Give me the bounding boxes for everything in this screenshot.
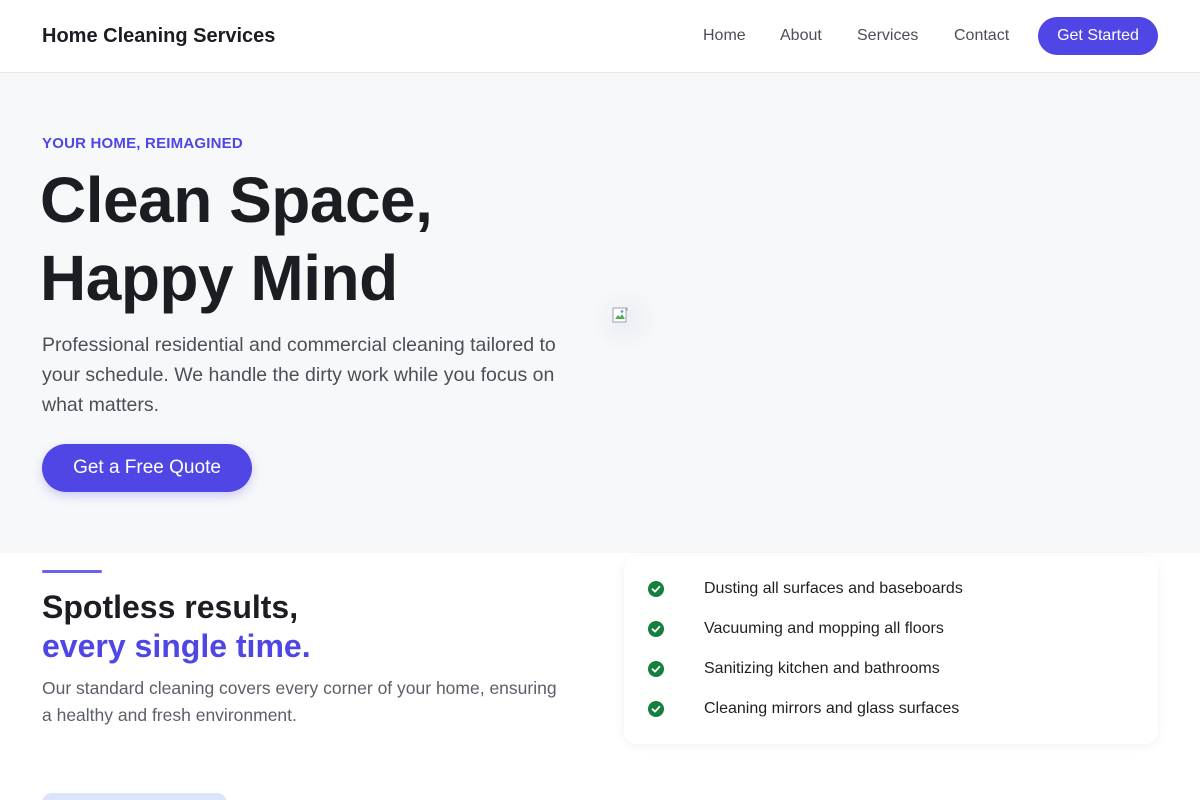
- checklist-item: Cleaning mirrors and glass surfaces: [648, 699, 1128, 719]
- checklist-item-label: Vacuuming and mopping all floors: [704, 620, 944, 637]
- free-quote-button[interactable]: Get a Free Quote: [42, 444, 252, 492]
- features-title-line-1: Spotless results,: [42, 589, 299, 625]
- checklist-item-label: Sanitizing kitchen and bathrooms: [704, 660, 940, 677]
- nav-link-about[interactable]: About: [780, 26, 822, 46]
- check-circle-icon: [648, 661, 664, 677]
- check-circle-icon: [648, 621, 664, 637]
- features-description: Our standard cleaning covers every corne…: [42, 678, 557, 725]
- get-started-button[interactable]: Get Started: [1038, 17, 1158, 55]
- check-circle-icon: [648, 581, 664, 597]
- checklist-item-label: Cleaning mirrors and glass surfaces: [704, 700, 960, 717]
- nav-link-contact[interactable]: Contact: [954, 26, 1009, 46]
- checklist-item: Sanitizing kitchen and bathrooms: [648, 659, 1128, 679]
- features-title-line-2: every single time.: [42, 628, 311, 664]
- check-circle-icon: [648, 701, 664, 717]
- next-section-badge: [42, 793, 227, 800]
- nav-link-services[interactable]: Services: [857, 26, 918, 46]
- hero-title-line-2: Happy Mind: [40, 242, 398, 314]
- checklist-item: Vacuuming and mopping all floors: [648, 619, 1128, 639]
- main-nav: Home About Services Contact: [0, 26, 1200, 46]
- nav-link-home[interactable]: Home: [703, 26, 746, 46]
- features-title: Spotless results, every single time.: [42, 588, 311, 666]
- hero-eyebrow: YOUR HOME, REIMAGINED: [42, 135, 243, 152]
- hero-section: YOUR HOME, REIMAGINED Clean Space, Happy…: [0, 73, 1200, 553]
- broken-image-icon: [612, 307, 628, 323]
- hero-title: Clean Space, Happy Mind: [40, 161, 600, 317]
- site-header: Home Cleaning Services Home About Servic…: [0, 0, 1200, 73]
- hero-title-line-1: Clean Space,: [40, 164, 433, 236]
- hero-description: Professional residential and commercial …: [42, 334, 556, 416]
- checklist-card: Dusting all surfaces and baseboards Vacu…: [624, 556, 1158, 744]
- checklist-item-label: Dusting all surfaces and baseboards: [704, 580, 963, 597]
- section-accent-bar: [42, 570, 102, 573]
- checklist-item: Dusting all surfaces and baseboards: [648, 579, 1128, 599]
